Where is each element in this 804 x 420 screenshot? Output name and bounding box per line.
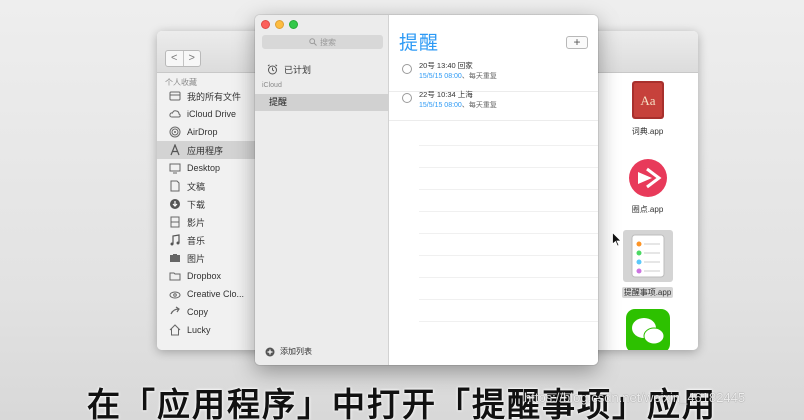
sidebar-item-label: AirDrop	[187, 127, 218, 137]
wechat-app-icon	[625, 309, 670, 350]
forward-button[interactable]: >	[182, 51, 201, 66]
documents-icon	[169, 180, 181, 192]
sidebar-item-label: iCloud Drive	[187, 109, 237, 119]
empty-row-divider	[419, 189, 598, 190]
sidebar-item-airdrop[interactable]: AirDrop	[157, 123, 257, 141]
creative-cloud-icon	[169, 288, 181, 300]
icloud-section-header: iCloud	[262, 82, 282, 89]
sidebar-item-icloud-drive[interactable]: iCloud Drive	[157, 105, 257, 123]
scheduled-label: 已计划	[284, 65, 312, 75]
mouse-cursor-icon	[612, 232, 622, 247]
desktop-icon	[169, 162, 181, 174]
search-icon	[309, 38, 317, 46]
reminder-repeat: 、每天重复	[461, 102, 497, 109]
applications-icon	[169, 144, 181, 156]
list-title: 提醒	[399, 33, 440, 54]
all-files-icon	[169, 90, 181, 102]
music-icon	[169, 234, 181, 246]
zoom-window-button[interactable]	[289, 20, 298, 29]
reminders-app-icon	[622, 230, 673, 282]
skitch-app-icon	[627, 157, 669, 199]
folder-icon	[169, 270, 181, 282]
empty-row-divider	[419, 321, 598, 322]
reminders-list-panel: 提醒 + 20号 13:40 回家 15/5/15 08:00、每天重复 22号…	[389, 15, 598, 365]
empty-row-divider	[419, 233, 598, 234]
sidebar-list-reminders[interactable]: 提醒	[255, 94, 389, 111]
sidebar-item-all-files[interactable]: 我的所有文件	[157, 87, 257, 105]
reminder-detail: 15/5/15 08:00、每天重复	[419, 100, 497, 110]
download-icon	[169, 198, 181, 210]
reminder-repeat: 、每天重复	[461, 73, 497, 80]
reminder-date: 15/5/15 08:00	[419, 102, 462, 109]
copy-icon	[169, 306, 181, 318]
add-circle-icon	[265, 347, 275, 356]
app-label: 提醒事项.app	[621, 287, 674, 298]
dictionary-app-icon: Aa	[629, 79, 667, 121]
minimize-window-button[interactable]	[275, 20, 284, 29]
empty-row-divider	[419, 299, 598, 300]
sidebar-item-label: 图片	[187, 253, 206, 264]
sidebar-item-creative-cloud[interactable]: Creative Clo...	[157, 285, 257, 303]
cloud-icon	[169, 108, 181, 120]
sidebar-item-label: Lucky	[187, 325, 211, 335]
finder-app-grid: Aa 词典.app 圈点.app 提醒事项.app	[597, 73, 698, 350]
search-placeholder: 搜索	[320, 37, 336, 47]
reminder-title: 20号 13:40 回家	[419, 61, 473, 70]
sidebar-item-home[interactable]: Lucky	[157, 321, 257, 339]
sidebar-item-copy[interactable]: Copy	[157, 303, 257, 321]
empty-row-divider	[419, 255, 598, 256]
reminder-date: 15/5/15 08:00	[419, 73, 462, 80]
svg-text:Aa: Aa	[640, 93, 655, 108]
empty-row-divider	[419, 277, 598, 278]
movies-icon	[169, 216, 181, 228]
close-window-button[interactable]	[261, 20, 270, 29]
reminder-row[interactable]: 22号 10:34 上海 15/5/15 08:00、每天重复	[389, 87, 598, 121]
watermark: https://blog.csdn.net/weixin_46182445	[524, 390, 746, 405]
app-label: 词典.app	[631, 127, 664, 136]
empty-row-divider	[419, 211, 598, 212]
sidebar-item-label: 应用程序	[187, 145, 224, 156]
reminders-window: 搜索 已计划 iCloud 提醒 添加列表 提醒 + 20号 13:40 回家 …	[255, 15, 598, 365]
search-input[interactable]: 搜索	[262, 35, 383, 49]
app-item-wechat[interactable]	[597, 309, 698, 350]
sidebar-item-desktop[interactable]: Desktop	[157, 159, 257, 177]
alarm-clock-icon	[267, 64, 278, 75]
reminder-checkbox[interactable]	[402, 93, 412, 103]
reminders-sidebar: 搜索 已计划 iCloud 提醒 添加列表	[255, 15, 389, 365]
empty-row-divider	[419, 167, 598, 168]
scheduled-list[interactable]: 已计划	[267, 63, 311, 76]
reminder-title: 22号 10:34 上海	[419, 90, 473, 99]
sidebar-item-label: 文稿	[187, 181, 206, 192]
pictures-icon	[169, 252, 181, 264]
app-item-dictionary[interactable]: Aa 词典.app	[597, 79, 698, 139]
sidebar-item-label: Creative Clo...	[187, 289, 245, 299]
sidebar-item-applications[interactable]: 应用程序	[157, 141, 257, 159]
sidebar-item-dropbox[interactable]: Dropbox	[157, 267, 257, 285]
add-list-label: 添加列表	[280, 347, 312, 356]
finder-sidebar: 个人收藏 我的所有文件 iCloud Drive AirDrop 应用程序 De…	[157, 73, 257, 350]
sidebar-item-label: Desktop	[187, 163, 221, 173]
home-icon	[169, 324, 181, 336]
reminder-checkbox[interactable]	[402, 64, 412, 74]
reminder-detail: 15/5/15 08:00、每天重复	[419, 71, 497, 81]
app-item-skitch[interactable]: 圈点.app	[597, 157, 698, 217]
sidebar-item-label: Copy	[187, 307, 209, 317]
sidebar-item-movies[interactable]: 影片	[157, 213, 257, 231]
sidebar-item-documents[interactable]: 文稿	[157, 177, 257, 195]
sidebar-item-label: 影片	[187, 217, 206, 228]
sidebar-item-pictures[interactable]: 图片	[157, 249, 257, 267]
app-label: 圈点.app	[631, 205, 664, 214]
sidebar-item-label: 音乐	[187, 235, 206, 246]
airdrop-icon	[169, 126, 181, 138]
empty-row-divider	[419, 145, 598, 146]
finder-nav-buttons: < >	[165, 50, 201, 67]
add-reminder-button[interactable]: +	[566, 36, 588, 49]
sidebar-item-label: 我的所有文件	[187, 91, 242, 102]
back-button[interactable]: <	[166, 51, 183, 66]
sidebar-item-label: Dropbox	[187, 271, 222, 281]
sidebar-item-downloads[interactable]: 下载	[157, 195, 257, 213]
sidebar-item-music[interactable]: 音乐	[157, 231, 257, 249]
add-list-button[interactable]: 添加列表	[265, 346, 312, 357]
sidebar-item-label: 下载	[187, 199, 206, 210]
